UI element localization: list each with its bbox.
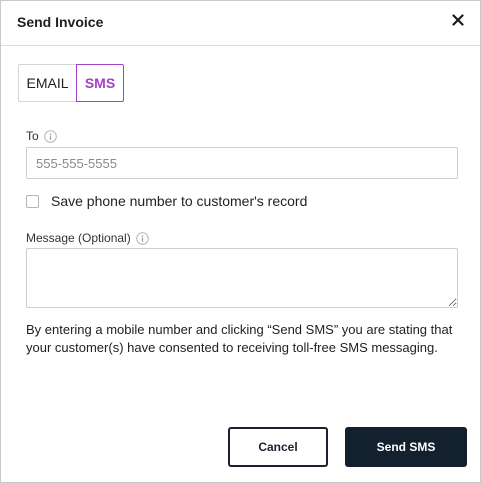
send-invoice-dialog: Send Invoice EMAIL SMS To Save phone num…	[0, 0, 481, 483]
dialog-header: Send Invoice	[1, 1, 480, 46]
info-icon[interactable]	[135, 231, 149, 245]
save-phone-label: Save phone number to customer's record	[51, 193, 308, 209]
info-icon[interactable]	[43, 129, 57, 143]
send-sms-button[interactable]: Send SMS	[345, 427, 467, 467]
channel-tabs: EMAIL SMS	[18, 64, 124, 102]
save-phone-checkbox-row[interactable]: Save phone number to customer's record	[26, 193, 307, 209]
cancel-button[interactable]: Cancel	[228, 427, 328, 467]
sms-consent-disclaimer: By entering a mobile number and clicking…	[26, 322, 453, 355]
dialog-title: Send Invoice	[17, 14, 104, 30]
tab-sms[interactable]: SMS	[76, 64, 124, 102]
message-label-row: Message (Optional)	[26, 231, 149, 245]
phone-number-input[interactable]	[26, 147, 458, 179]
save-phone-checkbox[interactable]	[26, 194, 39, 208]
message-label: Message (Optional)	[26, 231, 131, 245]
tab-email[interactable]: EMAIL	[18, 64, 76, 102]
close-icon	[452, 13, 464, 31]
to-label-row: To	[26, 129, 57, 143]
close-button[interactable]	[450, 13, 466, 31]
to-label: To	[26, 129, 39, 143]
message-textarea[interactable]	[26, 248, 458, 308]
